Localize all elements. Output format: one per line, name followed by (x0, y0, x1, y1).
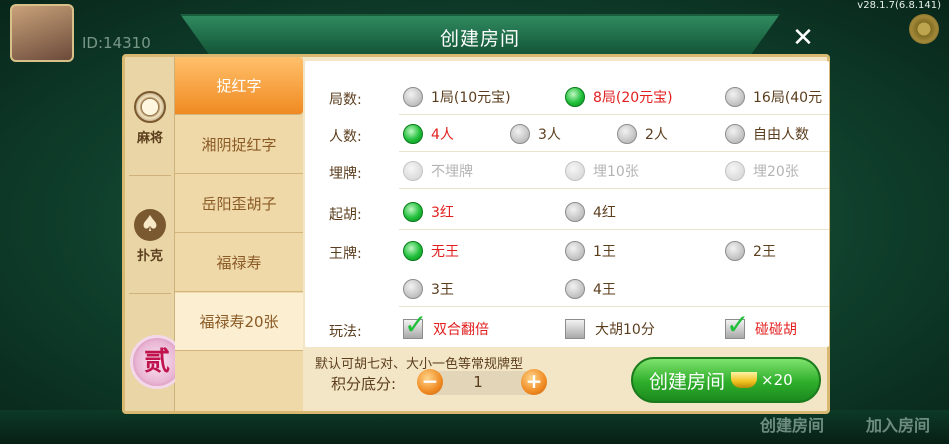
start-hu-option-3[interactable]: 3红 (403, 194, 454, 230)
checkbox-checked-icon (403, 308, 427, 341)
category-poker[interactable]: ♠ 扑克 (125, 209, 175, 264)
players-option-4[interactable]: 4人 (403, 116, 454, 152)
king-row-2: 3王 4王 (305, 271, 829, 307)
divider (399, 188, 829, 189)
play-label: 玩法: (329, 324, 362, 340)
players-option-3[interactable]: 3人 (510, 116, 561, 152)
tab-xiangyin-zhuohongzi[interactable]: 湘阴捉红字 (175, 116, 303, 174)
player-avatar[interactable] (10, 4, 74, 62)
spade-icon: ♠ (134, 209, 166, 241)
close-button[interactable]: ✕ (788, 24, 818, 54)
divider (399, 151, 829, 152)
tab-yueyang-waihuzi[interactable]: 岳阳歪胡子 (175, 175, 303, 233)
rounds-option-16[interactable]: 16局(40元 (725, 79, 822, 115)
play-option-double[interactable]: 双合翻倍 (403, 308, 489, 347)
king-option-none[interactable]: 无王 (403, 233, 459, 269)
divider (129, 293, 171, 294)
radio-disabled-icon (725, 161, 745, 181)
category-label: 扑克 (136, 249, 163, 264)
tab-zhuohongzi[interactable]: 捉红字 (175, 57, 303, 115)
rounds-option-1[interactable]: 1局(10元宝) (403, 79, 511, 115)
radio-icon (617, 124, 637, 144)
bury-option-10: 埋10张 (565, 153, 639, 189)
create-room-button[interactable]: 创建房间 ×20 (631, 357, 821, 403)
play-option-pengpeng[interactable]: 碰碰胡 (725, 308, 797, 347)
start-hu-option-4[interactable]: 4红 (565, 194, 616, 230)
players-option-2[interactable]: 2人 (617, 116, 668, 152)
play-row: 玩法: 双合翻倍 大胡10分 碰碰胡 (305, 308, 829, 347)
king-row: 王牌: 无王 1王 2王 (305, 233, 829, 269)
options-panel: 局数: 1局(10元宝) 8局(20元宝) 16局(40元 人数: 4人 3人 … (305, 61, 829, 347)
start-hu-row: 起胡: 3红 4红 (305, 194, 829, 230)
rounds-label: 局数: (329, 92, 362, 108)
lobby-join-room-button[interactable]: 加入房间 (866, 412, 930, 436)
dialog-panel: 麻将 ♠ 扑克 贰 捉红字 湘阴捉红字 岳阳歪胡子 福禄寿 福禄寿20张 局数:… (122, 54, 830, 414)
radio-icon (403, 279, 423, 299)
divider (129, 175, 171, 176)
radio-selected-icon (565, 87, 585, 107)
score-label: 积分底分: (331, 375, 397, 393)
players-option-free[interactable]: 自由人数 (725, 116, 809, 152)
divider (399, 306, 829, 307)
king-option-3[interactable]: 3王 (403, 271, 454, 307)
radio-icon (565, 241, 585, 261)
bury-row: 埋牌: 不埋牌 埋10张 埋20张 (305, 153, 829, 189)
rules-note: 默认可胡七对、大小一色等常规牌型 (315, 357, 524, 372)
mahjong-tile-icon (134, 91, 166, 123)
score-plus-button[interactable]: + (521, 369, 547, 395)
gear-icon[interactable] (909, 14, 939, 44)
create-room-dialog: 创建房间 ✕ 麻将 ♠ 扑克 贰 捉红字 湘阴捉红字 岳阳歪胡子 福禄寿 福禄寿… (122, 14, 832, 414)
version-label: v28.1.7(6.8.141) (857, 0, 941, 11)
dialog-title-bar: 创建房间 (180, 14, 780, 56)
category-mahjong[interactable]: 麻将 (125, 91, 175, 146)
score-value: 1 (473, 373, 483, 391)
cost-label: ×20 (761, 371, 793, 389)
score-minus-button[interactable]: − (417, 369, 443, 395)
create-room-label: 创建房间 (649, 370, 726, 393)
radio-icon (565, 202, 585, 222)
rounds-row: 局数: 1局(10元宝) 8局(20元宝) 16局(40元 (305, 79, 829, 115)
radio-disabled-icon (565, 161, 585, 181)
radio-icon (403, 87, 423, 107)
lobby-create-room-button[interactable]: 创建房间 (760, 412, 824, 436)
king-option-2[interactable]: 2王 (725, 233, 776, 269)
radio-selected-icon (403, 241, 423, 261)
bury-label: 埋牌: (329, 166, 362, 182)
checkbox-checked-icon (725, 308, 749, 341)
bury-option-20: 埋20张 (725, 153, 799, 189)
rounds-option-8[interactable]: 8局(20元宝) (565, 79, 673, 115)
radio-icon (725, 241, 745, 261)
dialog-title: 创建房间 (439, 28, 520, 50)
radio-icon (565, 279, 585, 299)
category-label: 麻将 (136, 131, 163, 146)
start-hu-label: 起胡: (329, 207, 362, 223)
tab-fulushou-20[interactable]: 福禄寿20张 (175, 293, 303, 351)
divider (399, 229, 829, 230)
king-label: 王牌: (329, 246, 362, 262)
king-option-1[interactable]: 1王 (565, 233, 616, 269)
radio-selected-icon (403, 202, 423, 222)
players-row: 人数: 4人 3人 2人 自由人数 (305, 116, 829, 152)
checkbox-icon (565, 319, 585, 339)
tab-fulushou[interactable]: 福禄寿 (175, 234, 303, 292)
radio-icon (510, 124, 530, 144)
play-option-big-hu[interactable]: 大胡10分 (565, 311, 655, 347)
king-option-4[interactable]: 4王 (565, 271, 616, 307)
radio-selected-icon (403, 124, 423, 144)
radio-icon (725, 87, 745, 107)
gold-ingot-icon (731, 372, 758, 388)
bury-option-none: 不埋牌 (403, 153, 473, 189)
players-label: 人数: (329, 129, 362, 145)
radio-disabled-icon (403, 161, 423, 181)
divider (399, 114, 829, 115)
radio-icon (725, 124, 745, 144)
game-tabs: 捉红字 湘阴捉红字 岳阳歪胡子 福禄寿 福禄寿20张 (175, 57, 303, 411)
